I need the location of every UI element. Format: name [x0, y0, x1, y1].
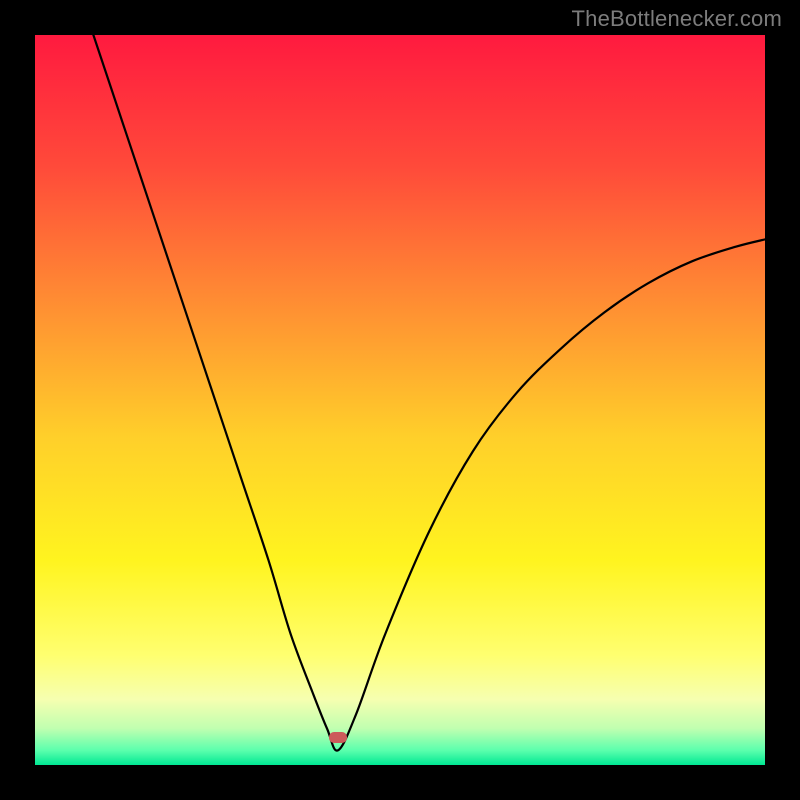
bottleneck-curve-svg: [35, 35, 765, 765]
watermark-text: TheBottlenecker.com: [572, 6, 782, 32]
optimal-point-marker: [329, 732, 347, 743]
chart-frame: TheBottlenecker.com: [0, 0, 800, 800]
bottleneck-curve-line: [93, 35, 765, 751]
plot-area: [35, 35, 765, 765]
